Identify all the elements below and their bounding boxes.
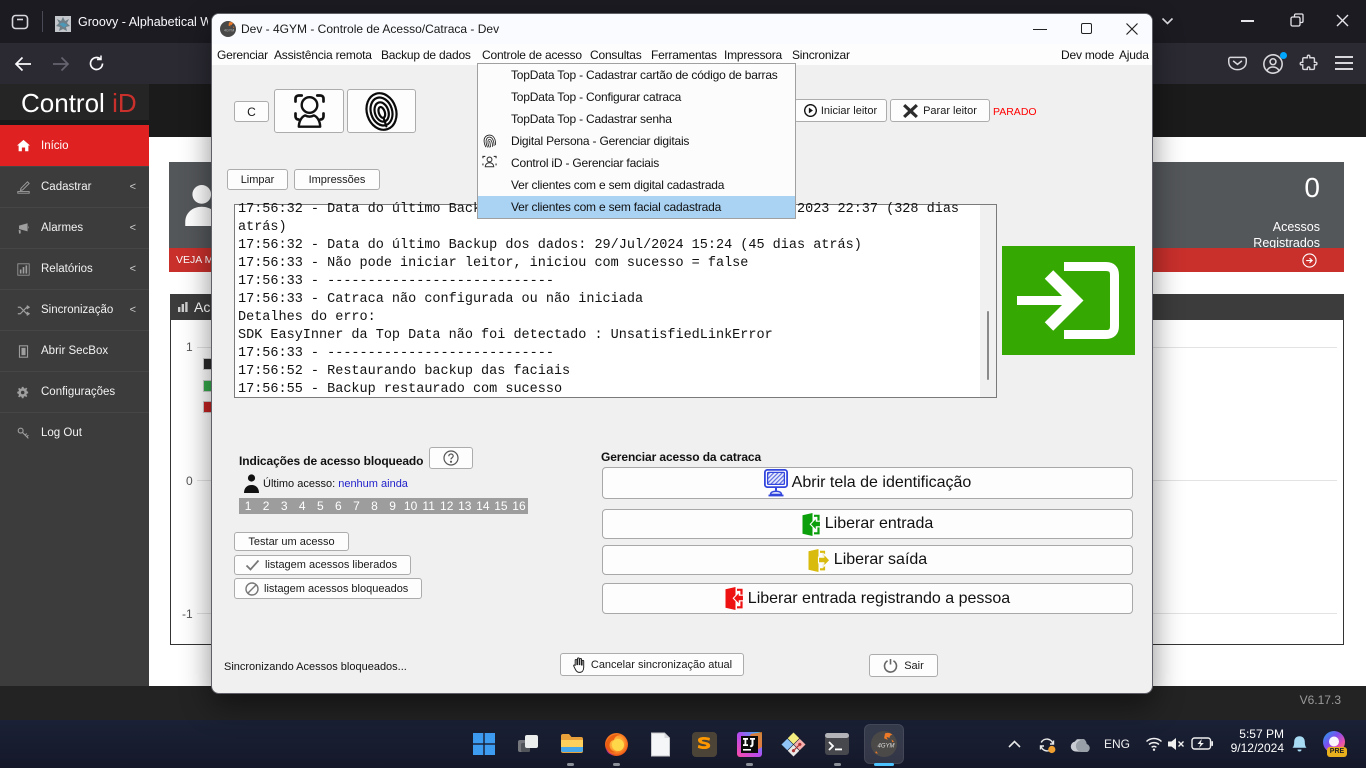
svg-text:4GYM: 4GYM [224,29,234,33]
svg-text:4GYM: 4GYM [878,744,895,750]
